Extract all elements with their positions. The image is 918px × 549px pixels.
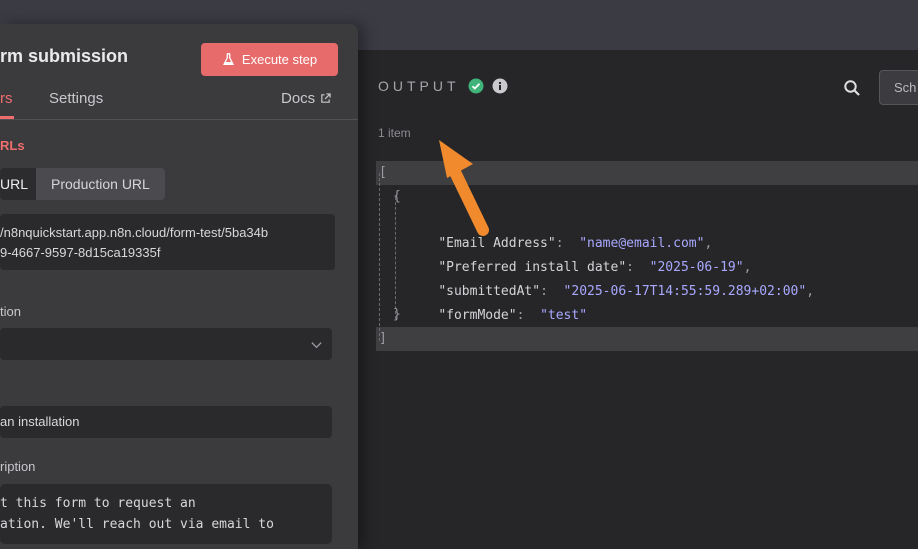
check-circle-icon — [468, 78, 484, 94]
form-title-input[interactable]: an installation — [0, 406, 332, 438]
indent-guide — [379, 173, 380, 341]
url-line-1: /n8nquickstart.app.n8n.cloud/form-test/5… — [0, 225, 269, 240]
description-line-1: t this form to request an — [0, 496, 196, 511]
json-value: "test" — [540, 308, 588, 323]
chevron-down-icon — [311, 342, 322, 349]
items-count: 1 item — [378, 126, 411, 140]
json-open-brace: { — [393, 189, 401, 204]
form-description-label: ription — [0, 459, 36, 474]
authentication-select[interactable] — [0, 328, 332, 360]
json-row[interactable]: "formMode": "test" — [407, 280, 587, 323]
webhook-urls-section-label: RLs — [0, 138, 25, 153]
flask-icon — [222, 53, 234, 66]
annotation-arrow-icon — [439, 140, 489, 236]
info-icon[interactable] — [492, 78, 508, 94]
node-title: rm submission — [0, 46, 129, 66]
json-row[interactable]: "submittedAt": "2025-06-17T14:55:59.289+… — [407, 256, 814, 299]
webhook-url-display[interactable]: /n8nquickstart.app.n8n.cloud/form-test/5… — [0, 214, 335, 270]
authentication-label: tion — [0, 304, 21, 319]
docs-label: Docs — [281, 90, 316, 107]
external-link-icon — [321, 93, 331, 103]
active-tab-indicator — [0, 116, 14, 119]
test-url-tab[interactable]: URL — [0, 168, 36, 200]
url-line-2: 9-4667-9597-8d15ca19335f — [0, 245, 161, 260]
tab-parameters[interactable]: rs — [0, 90, 13, 107]
json-close-brace: } — [393, 307, 401, 322]
tab-settings[interactable]: Settings — [49, 90, 103, 107]
node-tabs: rs Settings Docs — [0, 82, 358, 120]
execute-step-button[interactable]: Execute step — [201, 43, 338, 76]
url-toggle: URL Production URL — [0, 168, 165, 200]
json-close-band — [376, 327, 918, 351]
json-close-bracket: ] — [379, 331, 387, 346]
output-header: OUTPUT — [378, 78, 508, 94]
search-icon[interactable] — [843, 79, 861, 97]
json-key: "formMode" — [438, 308, 517, 323]
output-title: OUTPUT — [378, 78, 460, 94]
json-value: "2025-06-17T14:55:59.289+02:00" — [563, 284, 807, 299]
production-url-tab[interactable]: Production URL — [36, 168, 165, 200]
execute-step-label: Execute step — [241, 52, 318, 67]
description-line-2: ation. We'll reach out via email to — [0, 517, 274, 532]
schema-view-button[interactable]: Sch — [879, 70, 918, 105]
form-description-textarea[interactable]: t this form to request an ation. We'll re… — [0, 484, 332, 544]
docs-link[interactable]: Docs — [281, 90, 331, 107]
json-open-bracket: [ — [379, 165, 387, 180]
node-parameters-panel: rm submission Execute step rs Settings D… — [0, 24, 358, 549]
indent-guide — [395, 197, 396, 319]
